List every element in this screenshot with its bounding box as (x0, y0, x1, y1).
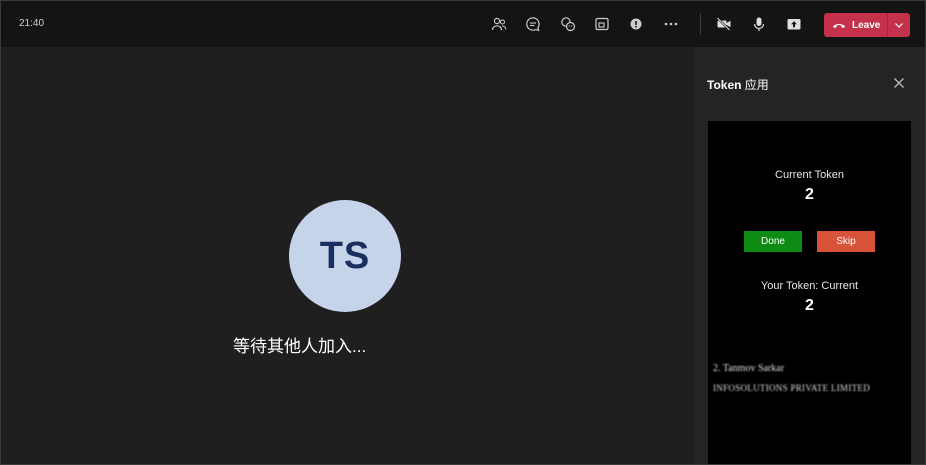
more-button[interactable] (659, 12, 683, 36)
microphone-button[interactable] (747, 12, 771, 36)
current-token-label: Current Token (775, 169, 844, 181)
people-icon (491, 17, 507, 31)
done-button[interactable]: Done (744, 231, 802, 252)
video-stage: TS 等待其他人加入... (1, 47, 693, 464)
more-icon (664, 22, 678, 26)
meeting-timer: 21:40 (19, 18, 45, 29)
leave-divider (887, 13, 888, 37)
token-list-name: 2. Tanmoy Sarkar (713, 363, 785, 371)
panel-title: Token 应用 (707, 76, 769, 93)
reactions-button[interactable] (556, 12, 580, 36)
phone-hangup-icon (832, 24, 846, 29)
chevron-down-icon[interactable] (893, 19, 905, 31)
current-token-value: 2 (805, 186, 814, 203)
chat-icon (526, 17, 540, 32)
microphone-icon (753, 17, 765, 31)
panel-title-suffix: 应用 (741, 78, 769, 92)
reactions-icon (561, 17, 576, 32)
participants-button[interactable] (487, 12, 511, 36)
chat-button[interactable] (521, 12, 545, 36)
share-upload-icon (787, 19, 801, 30)
avatar-initials: TS (319, 234, 371, 277)
apps-icon (630, 18, 642, 30)
side-panel: Token 应用 Current Token 2 Done Skip Your … (693, 47, 925, 464)
camera-off-icon (716, 17, 731, 31)
waiting-message: 等待其他人加入... (233, 337, 367, 356)
close-icon[interactable] (891, 75, 907, 91)
share-screen-icon (595, 17, 609, 31)
meeting-window: 21:40 Leave TS 等待其他人加入... Token 应用 Curre… (0, 0, 926, 465)
your-token-value: 2 (805, 297, 814, 314)
meeting-toolbar: 21:40 Leave (1, 1, 925, 47)
panel-title-app: Token (707, 78, 742, 92)
camera-button[interactable] (712, 12, 736, 36)
apps-button[interactable] (624, 12, 648, 36)
token-app: Current Token 2 Done Skip Your Token: Cu… (708, 121, 911, 464)
toolbar-divider (700, 13, 701, 35)
leave-label: Leave (852, 19, 881, 31)
rooms-button[interactable] (590, 12, 614, 36)
leave-button[interactable]: Leave (824, 13, 910, 37)
your-token-label: Your Token: Current (760, 280, 859, 292)
skip-button[interactable]: Skip (817, 231, 875, 252)
token-list-company: INFOSOLUTIONS PRIVATE LIMITED (713, 383, 871, 391)
share-button[interactable] (782, 12, 806, 36)
avatar: TS (289, 200, 401, 312)
